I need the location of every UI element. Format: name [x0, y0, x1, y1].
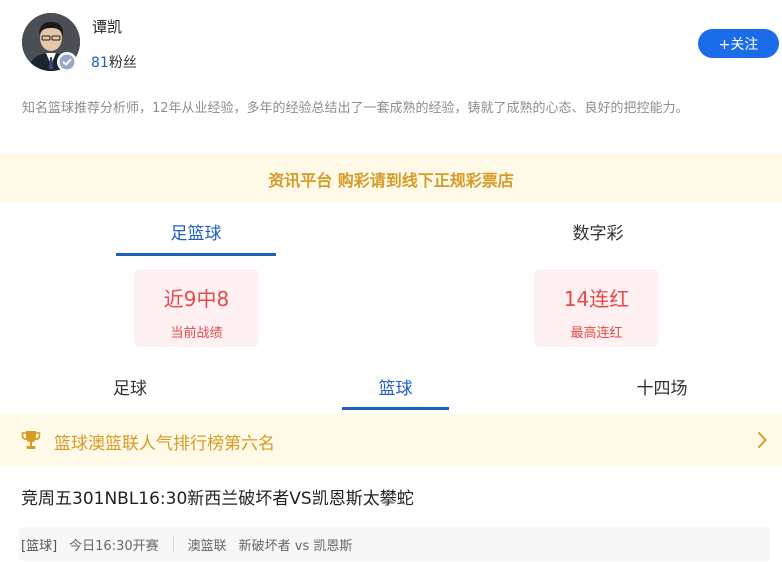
fans-label: 粉丝 [108, 55, 137, 71]
verified-icon [57, 52, 77, 72]
stat-value: 14连红 [563, 287, 630, 311]
stat-value: 近9中8 [163, 287, 230, 311]
follow-button[interactable]: +关注 [698, 29, 779, 58]
stat-label: 当前战绩 [170, 326, 223, 341]
tab-label: 数字彩 [572, 224, 624, 244]
tab-digital-lottery[interactable]: 数字彩 [518, 208, 678, 256]
expert-bio: 知名篮球推荐分析师，12年从业经验，多年的经验总结出了一套成熟的经验，铸就了成熟… [22, 101, 689, 116]
match-title[interactable]: 竞周五301NBL16:30新西兰破坏者VS凯恩斯太攀蛇 [21, 484, 414, 509]
ranking-banner[interactable]: 篮球澳篮联人气排行榜第六名 [0, 414, 782, 466]
active-subtab-indicator [342, 407, 449, 410]
match-teams: 新破坏者 vs 凯恩斯 [238, 538, 353, 554]
subtab-basketball[interactable]: 篮球 [342, 362, 449, 410]
trophy-icon [20, 429, 42, 455]
chevron-right-icon [756, 430, 768, 454]
subtab-label: 足球 [113, 379, 147, 399]
fans-number: 81 [91, 55, 109, 71]
match-time: 今日16:30开赛 [69, 538, 159, 554]
subtab-label: 篮球 [378, 379, 413, 399]
match-info-bar: [篮球] 今日16:30开赛 澳篮联 新破坏者 vs 凯恩斯 [19, 527, 770, 561]
subtab-label: 十四场 [636, 379, 688, 399]
notice-banner: 资讯平台 购彩请到线下正规彩票店 [0, 154, 782, 203]
tab-label: 足篮球 [170, 224, 222, 244]
fans-count: 81粉丝 [91, 52, 137, 72]
active-tab-indicator [116, 253, 276, 256]
league-name: 澳篮联 [187, 538, 227, 554]
subtab-football[interactable]: 足球 [90, 362, 170, 410]
subtab-fourteen-matches[interactable]: 十四场 [622, 362, 702, 410]
tab-football-basketball[interactable]: 足篮球 [116, 208, 276, 256]
divider [172, 537, 174, 551]
stat-label: 最高连红 [570, 326, 623, 341]
expert-profile-header: 谭凯 81粉丝 +关注 [0, 0, 782, 92]
stat-max-streak: 14连红 最高连红 [534, 269, 659, 347]
sport-tag: [篮球] [21, 538, 58, 554]
expert-name: 谭凯 [92, 18, 123, 36]
ranking-text: 篮球澳篮联人气排行榜第六名 [54, 434, 275, 454]
stat-current-record: 近9中8 当前战绩 [134, 269, 259, 347]
